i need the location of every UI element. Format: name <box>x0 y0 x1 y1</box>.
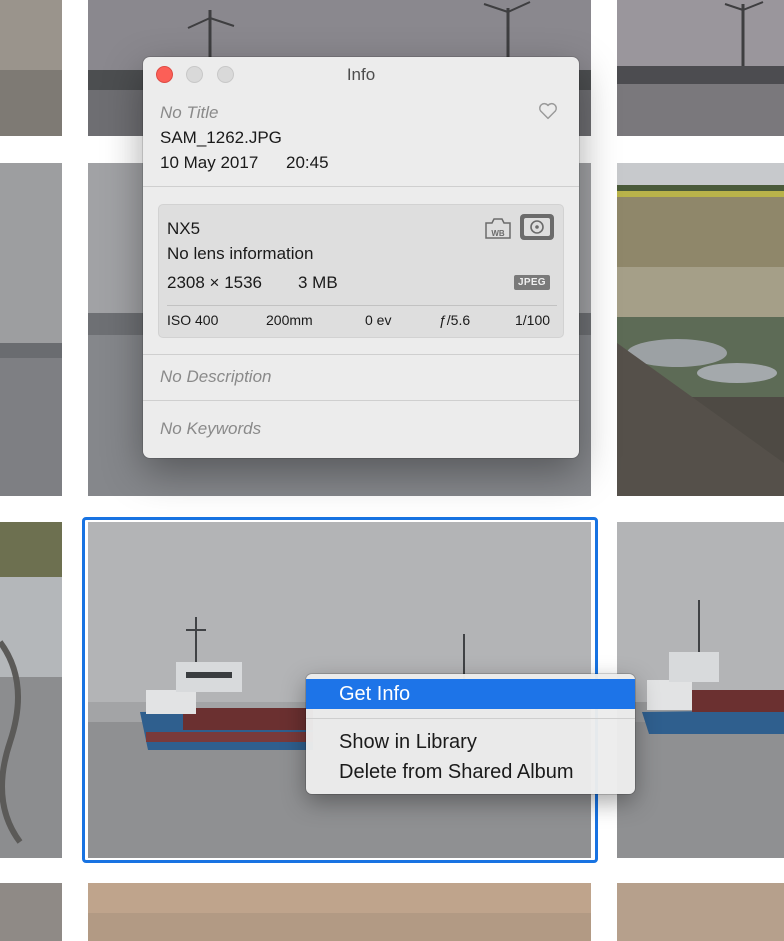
photo-thumbnail[interactable] <box>88 883 591 941</box>
image-dimensions: 2308 × 1536 <box>167 273 263 292</box>
divider <box>143 400 579 401</box>
lens-info: No lens information <box>167 244 314 263</box>
photo-thumbnail[interactable] <box>617 0 784 136</box>
menu-separator <box>306 718 635 719</box>
file-size: 3 MB <box>298 273 338 292</box>
heart-icon[interactable] <box>537 100 559 122</box>
capture-date: 10 May 2017 <box>160 153 259 172</box>
menu-item-label: Delete from Shared Album <box>339 761 574 783</box>
capture-time: 20:45 <box>286 153 329 172</box>
iso-value: ISO 400 <box>167 312 219 328</box>
menu-item-label: Show in Library <box>339 731 477 753</box>
window-title: Info <box>346 65 376 84</box>
focal-length: 200mm <box>266 312 313 328</box>
photo-thumbnail[interactable] <box>0 0 62 136</box>
photo-thumbnail[interactable] <box>0 522 62 858</box>
menu-item-get-info[interactable]: Get Info <box>306 679 635 709</box>
divider <box>143 186 579 187</box>
photo-thumbnail[interactable] <box>617 883 784 941</box>
photo-thumbnail[interactable] <box>617 522 784 858</box>
camera-model: NX5 <box>167 219 201 238</box>
metering-mode-icon <box>520 214 554 240</box>
photo-thumbnail[interactable] <box>617 163 784 496</box>
filename: SAM_1262.JPG <box>160 128 282 147</box>
title-bar[interactable]: Info <box>143 57 579 91</box>
exposure-bias: 0 ev <box>365 312 392 328</box>
keywords-field[interactable]: No Keywords <box>160 419 261 439</box>
divider <box>167 305 557 306</box>
white-balance-icon: WB <box>485 218 511 239</box>
title-field[interactable]: No Title <box>160 103 218 123</box>
info-window: Info No Title SAM_1262.JPG 10 May 2017 2… <box>143 57 579 458</box>
context-menu: Get Info Show in Library Delete from Sha… <box>306 674 635 794</box>
wb-label: WB <box>491 229 505 238</box>
description-field[interactable]: No Description <box>160 367 272 387</box>
photo-thumbnail[interactable] <box>0 883 62 941</box>
menu-item-delete-from-shared-album[interactable]: Delete from Shared Album <box>306 757 635 787</box>
shutter-speed: 1/100 <box>515 312 551 328</box>
menu-item-show-in-library[interactable]: Show in Library <box>306 727 635 757</box>
menu-item-label: Get Info <box>339 683 411 705</box>
divider <box>143 354 579 355</box>
aperture: ƒ/5.6 <box>439 312 471 328</box>
camera-info-box: NX5 No lens information 2308 × 1536 3 MB… <box>158 204 564 338</box>
format-badge: JPEG <box>514 275 550 290</box>
photo-thumbnail[interactable] <box>0 163 62 496</box>
